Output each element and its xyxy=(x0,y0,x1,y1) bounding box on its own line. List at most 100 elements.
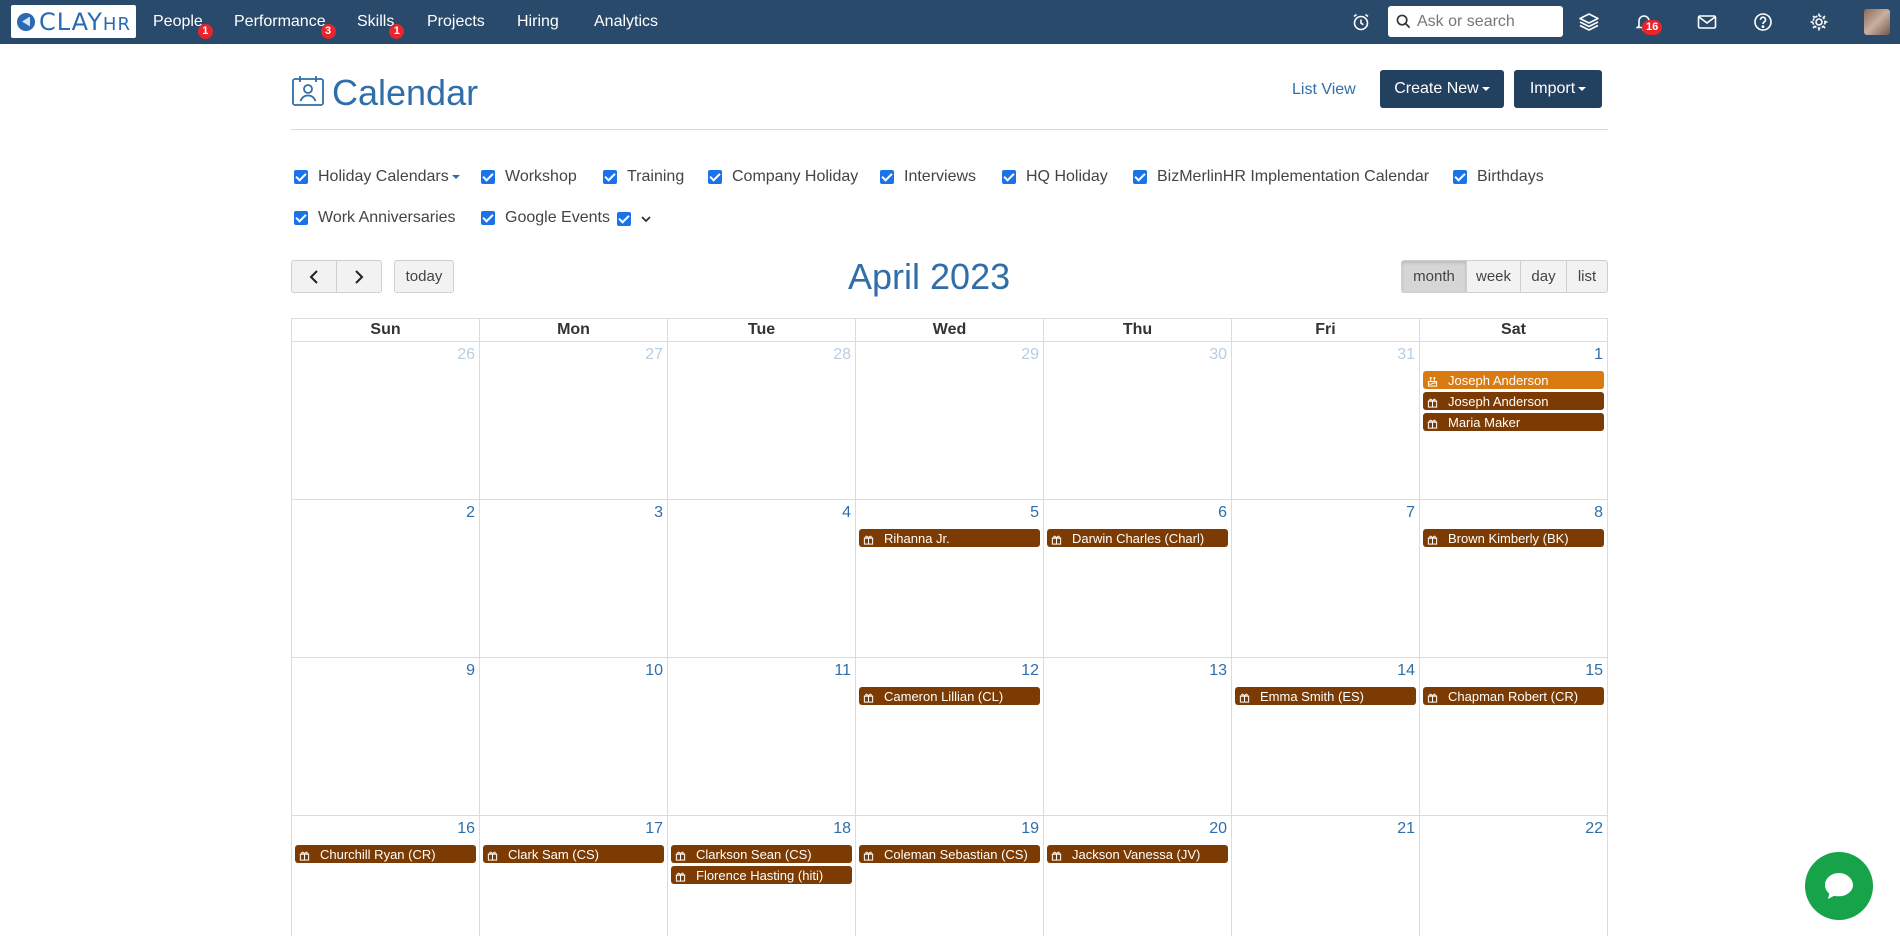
filter-company-holiday[interactable]: Company Holiday xyxy=(708,168,858,186)
day-number[interactable]: 14 xyxy=(1397,662,1415,680)
day-cell[interactable]: 10 xyxy=(480,658,668,815)
nav-projects[interactable]: Projects xyxy=(427,13,485,31)
filter-select-all[interactable] xyxy=(617,212,651,226)
checkbox[interactable] xyxy=(1453,170,1467,184)
checkbox[interactable] xyxy=(880,170,894,184)
day-cell[interactable]: 27 xyxy=(480,342,668,499)
day-cell[interactable]: 31 xyxy=(1232,342,1420,499)
day-number[interactable]: 7 xyxy=(1406,504,1415,522)
day-number[interactable]: 26 xyxy=(457,346,475,364)
checkbox[interactable] xyxy=(481,170,495,184)
birthday-event[interactable]: Cameron Lillian (CL) xyxy=(859,687,1040,705)
day-number[interactable]: 21 xyxy=(1397,820,1415,838)
view-month-button[interactable]: month xyxy=(1401,260,1467,293)
day-cell[interactable]: 7 xyxy=(1232,500,1420,657)
day-number[interactable]: 22 xyxy=(1585,820,1603,838)
day-cell[interactable]: 28 xyxy=(668,342,856,499)
day-number[interactable]: 1 xyxy=(1594,346,1603,364)
day-cell[interactable]: 29 xyxy=(856,342,1044,499)
day-cell[interactable]: 18 Clarkson Sean (CS) Florence Hasting (hi… xyxy=(668,816,856,936)
nav-people[interactable]: People 1 xyxy=(153,13,213,39)
day-number[interactable]: 12 xyxy=(1021,662,1039,680)
search-box[interactable] xyxy=(1388,6,1563,37)
day-number[interactable]: 31 xyxy=(1397,346,1415,364)
help-icon[interactable] xyxy=(1751,10,1775,34)
day-number[interactable]: 5 xyxy=(1030,504,1039,522)
day-cell[interactable]: 14 Emma Smith (ES) xyxy=(1232,658,1420,815)
day-cell[interactable]: 30 xyxy=(1044,342,1232,499)
today-button[interactable]: today xyxy=(394,260,454,293)
import-button[interactable]: Import xyxy=(1514,70,1602,108)
filter-training[interactable]: Training xyxy=(603,168,684,186)
user-avatar[interactable] xyxy=(1864,9,1890,35)
checkbox[interactable] xyxy=(481,211,495,225)
day-cell[interactable]: 4 xyxy=(668,500,856,657)
day-number[interactable]: 3 xyxy=(654,504,663,522)
birthday-event[interactable]: Clark Sam (CS) xyxy=(483,845,664,863)
day-number[interactable]: 2 xyxy=(466,504,475,522)
birthday-event[interactable]: Rihanna Jr. xyxy=(859,529,1040,547)
day-cell[interactable]: 22 xyxy=(1420,816,1608,936)
birthday-event[interactable]: Brown Kimberly (BK) xyxy=(1423,529,1604,547)
filter-workshop[interactable]: Workshop xyxy=(481,168,577,186)
day-cell[interactable]: 21 xyxy=(1232,816,1420,936)
day-number[interactable]: 30 xyxy=(1209,346,1227,364)
day-cell[interactable]: 26 xyxy=(292,342,480,499)
day-cell[interactable]: 2 xyxy=(292,500,480,657)
filter-google-events[interactable]: Google Events xyxy=(481,209,610,227)
nav-analytics[interactable]: Analytics xyxy=(594,13,658,31)
birthday-event[interactable]: Jackson Vanessa (JV) xyxy=(1047,845,1228,863)
filter-birthdays[interactable]: Birthdays xyxy=(1453,168,1544,186)
day-cell[interactable]: 5 Rihanna Jr. xyxy=(856,500,1044,657)
day-number[interactable]: 9 xyxy=(466,662,475,680)
day-number[interactable]: 19 xyxy=(1021,820,1039,838)
day-cell[interactable]: 9 xyxy=(292,658,480,815)
day-cell[interactable]: 11 xyxy=(668,658,856,815)
chevron-down-icon[interactable] xyxy=(641,215,651,223)
checkbox[interactable] xyxy=(1133,170,1147,184)
filter-hq-holiday[interactable]: HQ Holiday xyxy=(1002,168,1108,186)
gear-icon[interactable] xyxy=(1807,10,1831,34)
view-week-button[interactable]: week xyxy=(1466,260,1521,293)
birthday-event[interactable]: Darwin Charles (Charl) xyxy=(1047,529,1228,547)
day-number[interactable]: 28 xyxy=(833,346,851,364)
day-cell[interactable]: 19 Coleman Sebastian (CS) xyxy=(856,816,1044,936)
day-number[interactable]: 10 xyxy=(645,662,663,680)
filter-interviews[interactable]: Interviews xyxy=(880,168,976,186)
checkbox[interactable] xyxy=(708,170,722,184)
checkbox[interactable] xyxy=(617,212,631,226)
birthday-event[interactable]: Chapman Robert (CR) xyxy=(1423,687,1604,705)
day-number[interactable]: 8 xyxy=(1594,504,1603,522)
day-number[interactable]: 4 xyxy=(842,504,851,522)
day-number[interactable]: 27 xyxy=(645,346,663,364)
create-new-button[interactable]: Create New xyxy=(1380,70,1504,108)
day-cell[interactable]: 17 Clark Sam (CS) xyxy=(480,816,668,936)
list-view-link[interactable]: List View xyxy=(1292,81,1356,99)
checkbox[interactable] xyxy=(294,211,308,225)
checkbox[interactable] xyxy=(294,170,308,184)
day-cell[interactable]: 12 Cameron Lillian (CL) xyxy=(856,658,1044,815)
filter-work-anniversaries[interactable]: Work Anniversaries xyxy=(294,209,456,227)
day-cell[interactable]: 13 xyxy=(1044,658,1232,815)
mail-icon[interactable] xyxy=(1695,10,1719,34)
chevron-down-icon[interactable] xyxy=(451,175,460,179)
day-cell[interactable]: 3 xyxy=(480,500,668,657)
day-cell[interactable]: 8 Brown Kimberly (BK) xyxy=(1420,500,1608,657)
anniversary-event[interactable]: Joseph Anderson xyxy=(1423,371,1604,389)
day-number[interactable]: 13 xyxy=(1209,662,1227,680)
next-month-button[interactable] xyxy=(336,260,382,293)
day-number[interactable]: 29 xyxy=(1021,346,1039,364)
birthday-event[interactable]: Joseph Anderson xyxy=(1423,392,1604,410)
day-number[interactable]: 11 xyxy=(834,662,851,680)
day-cell[interactable]: 6 Darwin Charles (Charl) xyxy=(1044,500,1232,657)
birthday-event[interactable]: Florence Hasting (hiti) xyxy=(671,866,852,884)
checkbox[interactable] xyxy=(1002,170,1016,184)
day-cell[interactable]: 1 Joseph Anderson Joseph Anderson Maria Mak… xyxy=(1420,342,1608,499)
birthday-event[interactable]: Clarkson Sean (CS) xyxy=(671,845,852,863)
birthday-event[interactable]: Coleman Sebastian (CS) xyxy=(859,845,1040,863)
clayhr-logo[interactable]: CLAYHR xyxy=(11,5,136,38)
day-number[interactable]: 17 xyxy=(645,820,663,838)
prev-month-button[interactable] xyxy=(291,260,337,293)
nav-hiring[interactable]: Hiring xyxy=(517,13,559,31)
alarm-clock-icon[interactable] xyxy=(1349,10,1373,34)
